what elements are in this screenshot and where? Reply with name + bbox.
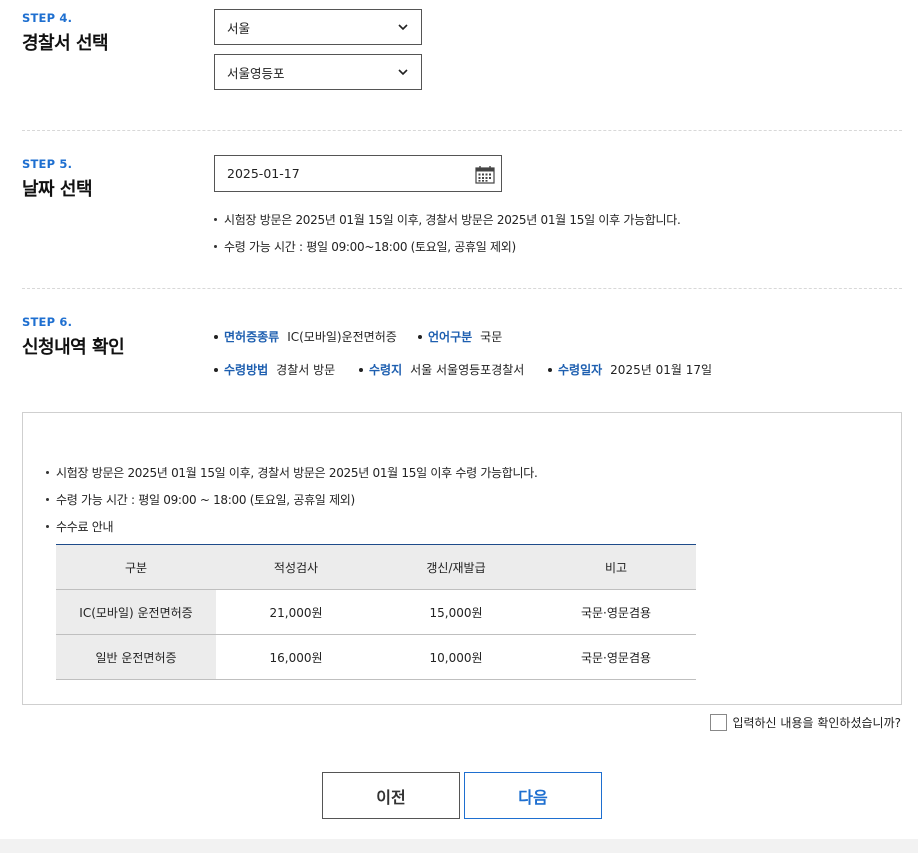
table-cell: 15,000원 xyxy=(376,589,536,635)
confirm-row[interactable]: 입력하신 내용을 확인하셨습니까? xyxy=(710,714,901,731)
step4-heading: STEP 4. 경찰서 선택 xyxy=(22,11,109,55)
info-note-text: 시험장 방문은 2025년 01월 15일 이후, 경찰서 방문은 2025년 … xyxy=(56,466,538,480)
section-divider xyxy=(22,288,902,289)
summary-language: 언어구분 국문 xyxy=(418,328,502,345)
chevron-down-icon xyxy=(398,69,408,76)
step4-label: STEP 4. xyxy=(22,11,73,25)
summary-key: 수령일자 xyxy=(558,363,603,377)
bullet-dot xyxy=(46,525,49,528)
table-cell: 일반 운전면허증 xyxy=(56,634,216,680)
bullet-dot xyxy=(418,334,422,339)
step5-note-text: 수령 가능 시간 : 평일 09:00~18:00 (토요일, 공휴일 제외) xyxy=(224,240,516,254)
table-cell: 국문·영문겸용 xyxy=(536,634,696,680)
summary-pickup-method: 수령방법 경찰서 방문 xyxy=(214,361,335,378)
chevron-down-icon xyxy=(398,24,408,31)
region-select-value: 서울 xyxy=(227,20,251,36)
info-note-text: 수수료 안내 xyxy=(56,520,114,534)
step5-note: 시험장 방문은 2025년 01월 15일 이후, 경찰서 방문은 2025년 … xyxy=(214,211,681,228)
info-note-text: 수령 가능 시간 : 평일 09:00 ~ 18:00 (토요일, 공휴일 제외… xyxy=(56,493,355,507)
summary-value: 2025년 01월 17일 xyxy=(610,363,712,377)
summary-value: 국문 xyxy=(480,330,503,344)
bullet-dot xyxy=(46,498,49,501)
confirm-label: 입력하신 내용을 확인하셨습니까? xyxy=(732,716,901,730)
summary-value: IC(모바일)운전면허증 xyxy=(287,330,397,344)
info-note: 수령 가능 시간 : 평일 09:00 ~ 18:00 (토요일, 공휴일 제외… xyxy=(46,491,355,508)
bullet-dot xyxy=(46,471,49,474)
summary-value: 경찰서 방문 xyxy=(276,363,336,377)
calendar-icon[interactable] xyxy=(475,165,495,184)
summary-key: 수령지 xyxy=(369,363,403,377)
bullet-dot xyxy=(214,367,218,372)
step6-heading: STEP 6. 신청내역 확인 xyxy=(22,315,125,359)
bottom-strip xyxy=(0,839,918,853)
region-select[interactable]: 서울 xyxy=(214,9,422,45)
table-cell: IC(모바일) 운전면허증 xyxy=(56,589,216,635)
table-cell: 16,000원 xyxy=(216,634,376,680)
table-cell: 10,000원 xyxy=(376,634,536,680)
bullet-dot xyxy=(359,367,363,372)
step6-title: 신청내역 확인 xyxy=(22,337,125,358)
station-select[interactable]: 서울영등포 xyxy=(214,54,422,90)
table-row: 일반 운전면허증 16,000원 10,000원 국문·영문겸용 xyxy=(56,634,696,680)
table-cell: 21,000원 xyxy=(216,589,376,635)
station-select-value: 서울영등포 xyxy=(227,65,285,81)
table-cell: 국문·영문겸용 xyxy=(536,589,696,635)
step5-label: STEP 5. xyxy=(22,157,73,171)
table-header-row: 구분 적성검사 갱신/재발급 비고 xyxy=(56,544,696,590)
table-header: 갱신/재발급 xyxy=(376,544,536,590)
section-divider xyxy=(22,130,902,131)
summary-pickup-place: 수령지 서울 서울영등포경찰서 xyxy=(359,361,524,378)
summary-value: 서울 서울영등포경찰서 xyxy=(410,363,525,377)
summary-key: 면허증종류 xyxy=(224,330,280,344)
summary-key: 수령방법 xyxy=(224,363,269,377)
confirm-checkbox[interactable] xyxy=(710,714,728,731)
bullet-dot xyxy=(214,218,217,221)
step5-title: 날짜 선택 xyxy=(22,179,93,200)
step5-heading: STEP 5. 날짜 선택 xyxy=(22,157,93,201)
prev-button[interactable]: 이전 xyxy=(322,772,460,819)
next-button[interactable]: 다음 xyxy=(464,772,602,819)
table-header: 구분 xyxy=(56,544,216,590)
date-input-value: 2025-01-17 xyxy=(227,166,300,181)
info-note: 수수료 안내 xyxy=(46,518,114,535)
bullet-dot xyxy=(214,245,217,248)
summary-key: 언어구분 xyxy=(428,330,473,344)
table-header: 적성검사 xyxy=(216,544,376,590)
date-input[interactable]: 2025-01-17 xyxy=(214,155,502,192)
table-row: IC(모바일) 운전면허증 21,000원 15,000원 국문·영문겸용 xyxy=(56,589,696,635)
bullet-dot xyxy=(548,367,552,372)
bullet-dot xyxy=(214,334,218,339)
step5-note-text: 시험장 방문은 2025년 01월 15일 이후, 경찰서 방문은 2025년 … xyxy=(224,213,681,227)
info-note: 시험장 방문은 2025년 01월 15일 이후, 경찰서 방문은 2025년 … xyxy=(46,464,538,481)
summary-license-type: 면허증종류 IC(모바일)운전면허증 xyxy=(214,328,397,345)
step6-label: STEP 6. xyxy=(22,315,73,329)
step5-note: 수령 가능 시간 : 평일 09:00~18:00 (토요일, 공휴일 제외) xyxy=(214,238,516,255)
step4-title: 경찰서 선택 xyxy=(22,33,109,54)
table-header: 비고 xyxy=(536,544,696,590)
summary-pickup-date: 수령일자 2025년 01월 17일 xyxy=(548,361,712,378)
fee-table: 구분 적성검사 갱신/재발급 비고 IC(모바일) 운전면허증 21,000원 … xyxy=(56,544,696,680)
